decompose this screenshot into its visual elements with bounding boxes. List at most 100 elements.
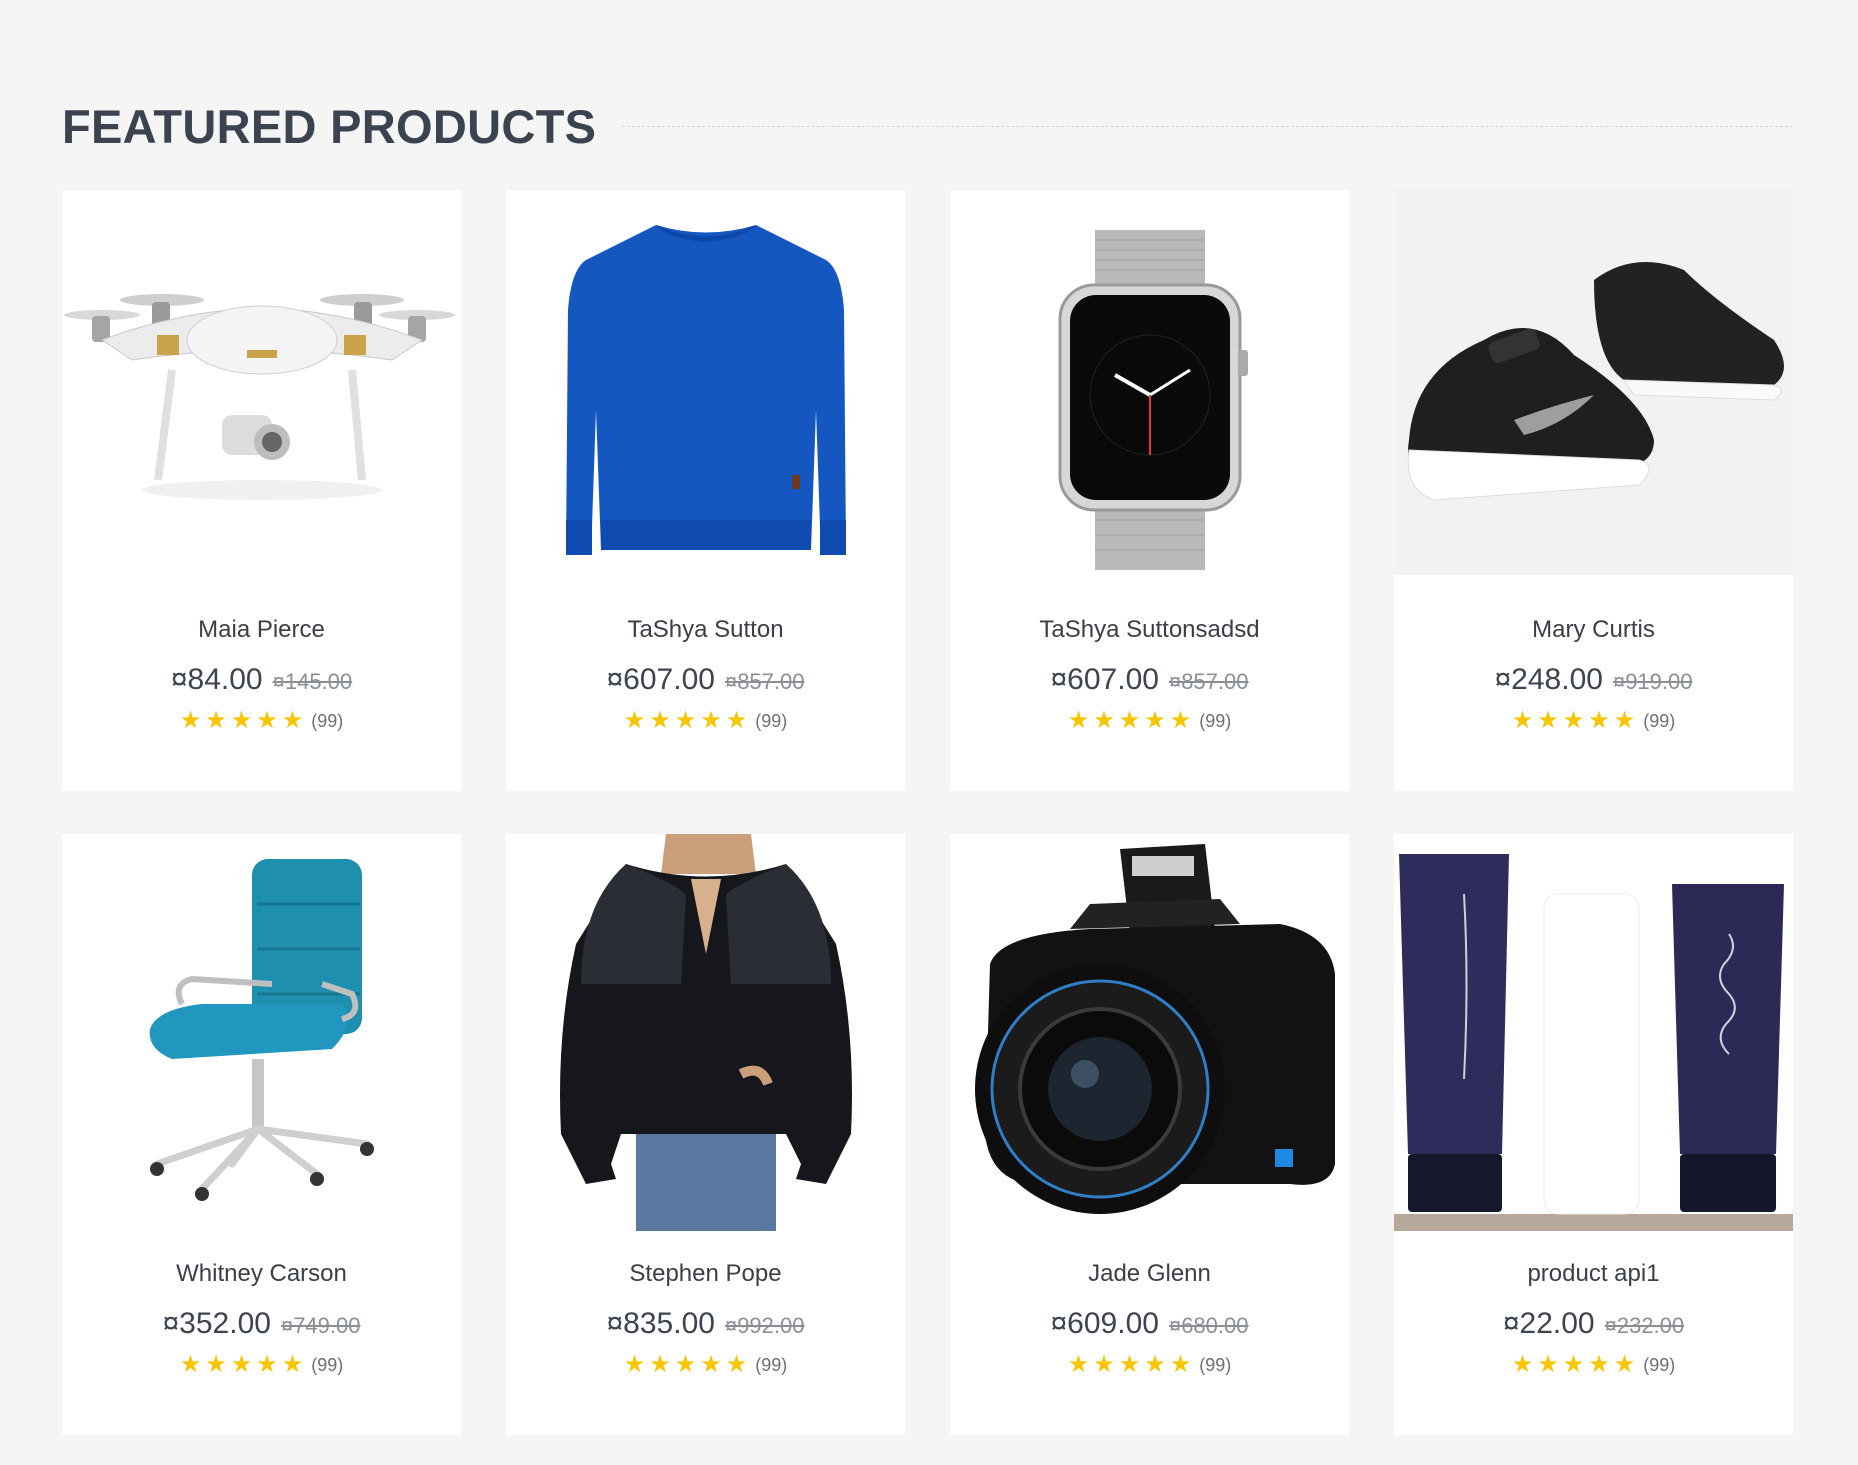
- star-icon: ★: [1588, 1351, 1610, 1378]
- product-old-price: ¤992.00: [724, 1313, 805, 1338]
- star-icon: ★: [230, 707, 253, 734]
- sweater-image: [566, 225, 846, 555]
- star-icon: ★: [1537, 707, 1559, 734]
- product-image[interactable]: [62, 834, 461, 1231]
- product-old-price: ¤749.00: [280, 1313, 361, 1338]
- star-icon: ★: [700, 1351, 722, 1378]
- star-icon: ★: [649, 1351, 671, 1378]
- product-rating: ★ ★ ★ ★ ★ (99): [950, 709, 1349, 733]
- star-icon: ★: [1511, 707, 1534, 734]
- product-price: ¤835.00: [606, 1307, 715, 1340]
- star-icon: ★: [725, 1351, 748, 1378]
- product-image[interactable]: [506, 190, 905, 587]
- review-count: (99): [1199, 1354, 1232, 1375]
- section-header: FEATURED PRODUCTS: [62, 96, 1793, 156]
- product-image[interactable]: [506, 834, 905, 1231]
- product-image[interactable]: [62, 190, 461, 587]
- product-old-price: ¤857.00: [1168, 669, 1249, 694]
- star-icon: ★: [1118, 707, 1141, 734]
- star-icon: ★: [623, 1351, 646, 1378]
- product-rating: ★ ★ ★ ★ ★ (99): [1394, 1353, 1793, 1377]
- product-price: ¤609.00: [1050, 1307, 1159, 1340]
- star-icon: ★: [674, 1351, 697, 1378]
- product-price: ¤248.00: [1494, 663, 1603, 696]
- product-card[interactable]: Mary Curtis ¤248.00 ¤919.00 ★ ★ ★ ★ ★ (9…: [1394, 190, 1793, 791]
- star-icon: ★: [281, 1351, 304, 1378]
- star-icon: ★: [205, 1351, 227, 1378]
- product-rating: ★ ★ ★ ★ ★ (99): [1394, 709, 1793, 733]
- star-icon: ★: [725, 707, 748, 734]
- review-count: (99): [755, 1354, 788, 1375]
- star-icon: ★: [179, 707, 202, 734]
- product-card[interactable]: TaShya Sutton ¤607.00 ¤857.00 ★ ★ ★ ★ ★ …: [506, 190, 905, 791]
- product-card[interactable]: Stephen Pope ¤835.00 ¤992.00 ★ ★ ★ ★ ★ (…: [506, 834, 905, 1435]
- star-icon: ★: [205, 707, 227, 734]
- review-count: (99): [1199, 710, 1232, 731]
- product-image[interactable]: [1394, 190, 1793, 587]
- sneakers-image: [1394, 190, 1793, 575]
- product-card[interactable]: product api1 ¤22.00 ¤232.00 ★ ★ ★ ★ ★ (9…: [1394, 834, 1793, 1435]
- star-icon: ★: [1169, 707, 1192, 734]
- product-card[interactable]: Maia Pierce ¤84.00 ¤145.00 ★ ★ ★ ★ ★ (99…: [62, 190, 461, 791]
- product-rating: ★ ★ ★ ★ ★ (99): [62, 1353, 461, 1377]
- star-icon: ★: [1067, 707, 1090, 734]
- product-image[interactable]: [1394, 834, 1793, 1231]
- review-count: (99): [311, 1354, 344, 1375]
- review-count: (99): [1643, 1354, 1676, 1375]
- star-icon: ★: [1562, 707, 1585, 734]
- product-grid: Maia Pierce ¤84.00 ¤145.00 ★ ★ ★ ★ ★ (99…: [62, 190, 1793, 1435]
- star-icon: ★: [179, 1351, 202, 1378]
- star-icon: ★: [1588, 707, 1610, 734]
- product-rating: ★ ★ ★ ★ ★ (99): [62, 709, 461, 733]
- star-icon: ★: [1093, 1351, 1115, 1378]
- product-name[interactable]: Whitney Carson: [62, 1259, 461, 1289]
- product-old-price: ¤232.00: [1604, 1313, 1685, 1338]
- product-price: ¤84.00: [170, 663, 263, 696]
- blouse-image: [560, 834, 852, 1231]
- product-image[interactable]: [950, 190, 1349, 587]
- product-name[interactable]: Jade Glenn: [950, 1259, 1349, 1289]
- review-count: (99): [1643, 710, 1676, 731]
- star-icon: ★: [674, 707, 697, 734]
- product-rating: ★ ★ ★ ★ ★ (99): [506, 1353, 905, 1377]
- smartwatch-image: [1058, 230, 1248, 570]
- product-rating: ★ ★ ★ ★ ★ (99): [950, 1353, 1349, 1377]
- star-icon: ★: [230, 1351, 253, 1378]
- star-icon: ★: [1144, 1351, 1166, 1378]
- product-old-price: ¤680.00: [1168, 1313, 1249, 1338]
- product-price: ¤22.00: [1502, 1307, 1595, 1340]
- camera-image: [975, 844, 1335, 1214]
- product-price: ¤352.00: [162, 1307, 271, 1340]
- product-old-price: ¤145.00: [272, 669, 353, 694]
- star-icon: ★: [1562, 1351, 1585, 1378]
- star-icon: ★: [700, 707, 722, 734]
- product-old-price: ¤919.00: [1612, 669, 1693, 694]
- star-icon: ★: [1511, 1351, 1534, 1378]
- star-icon: ★: [256, 1351, 278, 1378]
- office-chair-image: [149, 859, 374, 1201]
- section-divider: [622, 125, 1793, 127]
- star-icon: ★: [1093, 707, 1115, 734]
- product-card[interactable]: Whitney Carson ¤352.00 ¤749.00 ★ ★ ★ ★ ★…: [62, 834, 461, 1435]
- product-name[interactable]: Stephen Pope: [506, 1259, 905, 1289]
- star-icon: ★: [1144, 707, 1166, 734]
- product-name[interactable]: TaShya Suttonsadsd: [950, 615, 1349, 645]
- product-card[interactable]: TaShya Suttonsadsd ¤607.00 ¤857.00 ★ ★ ★…: [950, 190, 1349, 791]
- product-price: ¤607.00: [1050, 663, 1159, 696]
- star-icon: ★: [256, 707, 278, 734]
- product-card[interactable]: Jade Glenn ¤609.00 ¤680.00 ★ ★ ★ ★ ★ (99…: [950, 834, 1349, 1435]
- section-title: FEATURED PRODUCTS: [62, 99, 597, 153]
- star-icon: ★: [281, 707, 304, 734]
- product-name[interactable]: TaShya Sutton: [506, 615, 905, 645]
- star-icon: ★: [623, 707, 646, 734]
- star-icon: ★: [1537, 1351, 1559, 1378]
- product-image[interactable]: [950, 834, 1349, 1231]
- star-icon: ★: [1613, 707, 1636, 734]
- review-count: (99): [311, 710, 344, 731]
- skincare-image: [1394, 854, 1793, 1231]
- star-icon: ★: [1169, 1351, 1192, 1378]
- product-name[interactable]: product api1: [1394, 1259, 1793, 1289]
- product-name[interactable]: Maia Pierce: [62, 615, 461, 645]
- star-icon: ★: [649, 707, 671, 734]
- product-name[interactable]: Mary Curtis: [1394, 615, 1793, 645]
